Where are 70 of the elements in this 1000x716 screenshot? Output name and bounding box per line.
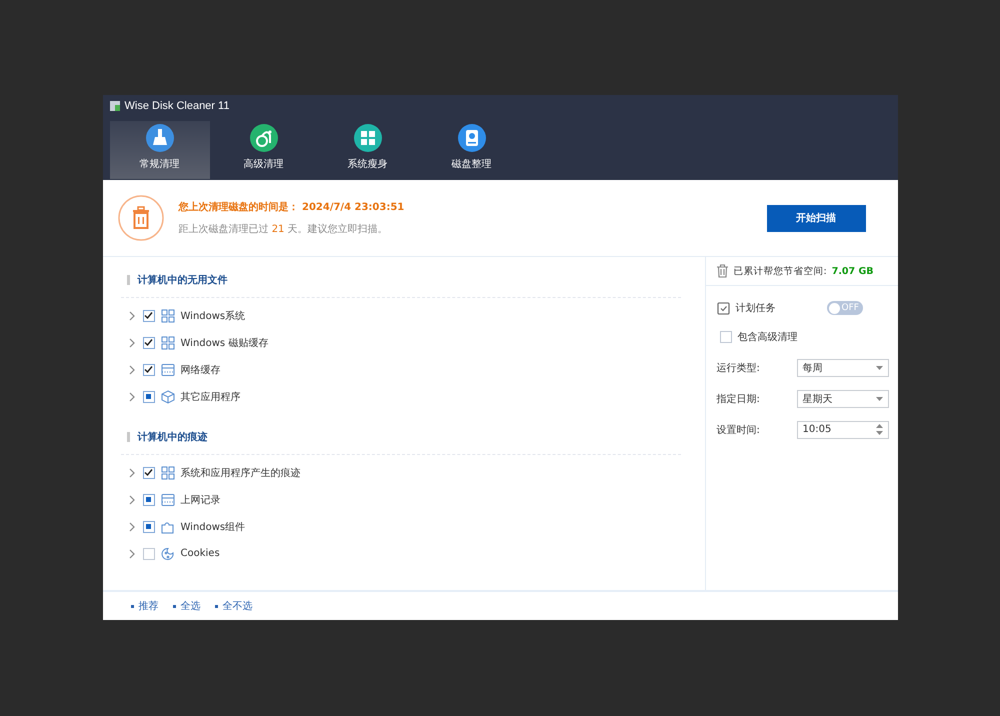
tab-icon <box>456 123 486 153</box>
footer-link[interactable]: 全不选 <box>214 599 252 613</box>
expand-chevron-icon[interactable] <box>128 392 134 402</box>
expand-chevron-icon[interactable] <box>128 522 134 532</box>
checkbox[interactable] <box>142 520 154 532</box>
expand-chevron-icon[interactable] <box>128 468 134 478</box>
item-label: 网络缓存 <box>180 364 220 376</box>
dropdown[interactable]: 星期天 <box>796 390 888 408</box>
item-icon <box>160 546 174 560</box>
include-advanced-label: 包含高级清理 <box>738 330 798 344</box>
item-label: 系统和应用程序产生的痕迹 <box>180 466 300 480</box>
item-icon <box>160 336 174 350</box>
item-label: 其它应用程序 <box>180 390 240 404</box>
saved-space-label: 已累计帮您节省空间: <box>734 264 827 278</box>
checkbox[interactable] <box>142 310 154 322</box>
item-icon <box>160 390 174 404</box>
item-label: Windows组件 <box>180 520 246 534</box>
last-clean-time: 2024/7/4 23:03:51 <box>302 202 404 213</box>
tab-icon <box>144 123 174 153</box>
section-title: 计算机中的痕迹 <box>138 430 208 444</box>
checkbox[interactable] <box>142 494 154 506</box>
tab[interactable]: 高级清理 <box>214 121 314 179</box>
field-label: 设置时间: <box>716 424 761 436</box>
days-suffix: 天。建议您立即扫描。 <box>288 224 388 235</box>
item-label: Cookies <box>180 548 220 559</box>
checkbox[interactable] <box>142 466 154 478</box>
dropdown[interactable]: 每周 <box>796 358 888 376</box>
spin-arrows-icon <box>876 424 882 435</box>
field-label: 运行类型: <box>716 362 761 374</box>
start-scan-button[interactable]: 开始扫描 <box>766 204 866 232</box>
section-title: 计算机中的无用文件 <box>138 274 228 287</box>
tab[interactable]: 系统瘦身 <box>318 121 418 179</box>
dropdown-caret-icon <box>876 396 882 400</box>
checkbox[interactable] <box>142 548 154 560</box>
expand-chevron-icon[interactable] <box>128 310 134 320</box>
item-label: 上网记录 <box>180 494 220 506</box>
expand-chevron-icon[interactable] <box>128 364 134 374</box>
expand-chevron-icon[interactable] <box>128 548 134 558</box>
footer-link[interactable]: 推荐 <box>130 599 158 613</box>
saved-space-value: 7.07 GB <box>832 266 874 276</box>
tab[interactable]: 磁盘整理 <box>422 121 522 179</box>
trash-icon <box>118 195 164 241</box>
time-spin-field[interactable]: 10:05 <box>796 420 888 438</box>
app-logo-icon <box>108 100 120 112</box>
trash-icon <box>716 264 728 278</box>
item-icon <box>160 492 174 506</box>
last-clean-label: 您上次清理磁盘的时间是： <box>178 202 298 213</box>
checkbox[interactable] <box>142 336 154 348</box>
footer-link[interactable]: 全选 <box>172 599 200 613</box>
tab-icon <box>248 123 278 153</box>
days-count: 21 <box>272 224 284 235</box>
item-icon <box>160 520 174 534</box>
item-icon <box>160 466 174 480</box>
days-text: 距上次磁盘清理已过 <box>178 224 268 235</box>
checkbox[interactable] <box>142 390 154 402</box>
item-icon <box>160 362 174 376</box>
clipboard-check-icon <box>716 301 730 315</box>
checkbox[interactable] <box>142 364 154 376</box>
schedule-label: 计划任务 <box>736 302 776 315</box>
checkbox[interactable] <box>720 331 732 343</box>
tab[interactable]: 常规清理 <box>110 121 210 179</box>
tab-icon <box>352 123 382 153</box>
expand-chevron-icon[interactable] <box>128 494 134 504</box>
item-label: Windows 磁贴缓存 <box>180 336 268 350</box>
dropdown-caret-icon <box>876 366 882 370</box>
item-icon <box>160 308 174 322</box>
item-label: Windows系统 <box>180 310 246 322</box>
field-label: 指定日期: <box>716 392 761 406</box>
expand-chevron-icon[interactable] <box>128 338 134 348</box>
window-title: Wise Disk Cleaner 11 <box>124 100 230 112</box>
